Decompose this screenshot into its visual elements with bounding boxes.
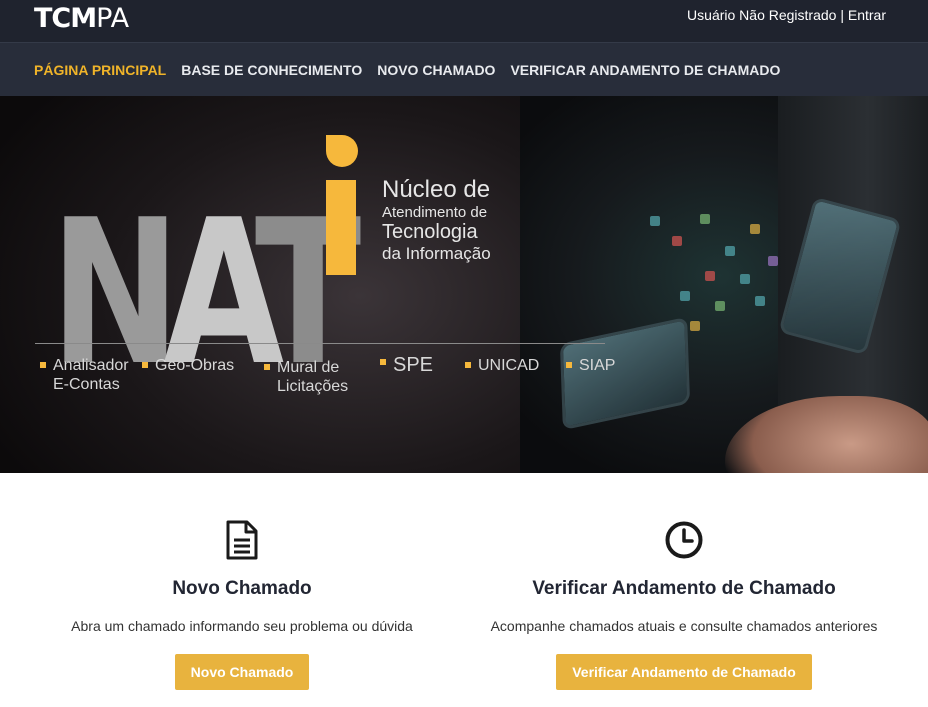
app-icon	[750, 224, 760, 234]
bullet-icon	[264, 364, 270, 370]
novo-chamado-button[interactable]: Novo Chamado	[174, 654, 310, 690]
user-status-text: Usuário Não Registrado	[687, 7, 837, 23]
app-icon	[740, 274, 750, 284]
card-verificar-andamento: Verificar Andamento de Chamado Acompanhe…	[452, 520, 916, 690]
verificar-andamento-button[interactable]: Verificar Andamento de Chamado	[556, 654, 812, 690]
app-icon	[768, 256, 778, 266]
nav-item-novo-chamado[interactable]: NOVO CHAMADO	[377, 62, 495, 78]
nav-item-pagina-principal[interactable]: PÁGINA PRINCIPAL	[34, 62, 166, 78]
nav-item-base-de-conhecimento[interactable]: BASE DE CONHECIMENTO	[181, 62, 362, 78]
document-icon	[226, 520, 258, 560]
app-icon	[672, 236, 682, 246]
system-item-analisador: Analisador E-Contas	[40, 356, 129, 394]
system-item-siap: SIAP	[566, 356, 615, 375]
app-icon	[715, 301, 725, 311]
card-description: Acompanhe chamados atuais e consulte cha…	[490, 618, 878, 634]
bullet-icon	[566, 362, 572, 368]
system-item-unicad: UNICAD	[465, 356, 539, 375]
card-novo-chamado: Novo Chamado Abra um chamado informando …	[10, 520, 474, 690]
nati-caption-line: Núcleo de	[382, 176, 491, 203]
app-icon	[755, 296, 765, 306]
main-navbar: PÁGINA PRINCIPAL BASE DE CONHECIMENTO NO…	[0, 42, 928, 96]
card-description: Abra um chamado informando seu problema …	[71, 618, 413, 634]
tcm-pa-logo[interactable]: TCMPA	[34, 2, 130, 34]
nati-logo-letters: NAT	[50, 177, 361, 410]
logo-light-text: PA	[96, 2, 130, 34]
nati-logo-i-dot	[326, 135, 358, 167]
app-icon	[705, 271, 715, 281]
nav-item-verificar-andamento[interactable]: VERIFICAR ANDAMENTO DE CHAMADO	[510, 62, 780, 78]
card-title: Verificar Andamento de Chamado	[532, 578, 836, 599]
main-nav: PÁGINA PRINCIPAL BASE DE CONHECIMENTO NO…	[34, 43, 780, 97]
bullet-icon	[40, 362, 46, 368]
nati-caption-line: da Informação	[382, 243, 491, 263]
bullet-icon	[380, 359, 386, 365]
nati-caption-line: Tecnologia	[382, 220, 478, 243]
banner-divider	[35, 343, 605, 344]
top-bar: TCMPA Usuário Não Registrado | Entrar	[0, 0, 928, 42]
app-icon	[650, 216, 660, 226]
card-title: Novo Chamado	[172, 578, 312, 599]
bullet-icon	[142, 362, 148, 368]
system-item-mural: Mural de Licitações	[264, 358, 348, 396]
app-icon	[690, 321, 700, 331]
login-link[interactable]: Entrar	[848, 7, 886, 23]
nati-caption-line: Atendimento de	[382, 203, 488, 221]
user-links: Usuário Não Registrado | Entrar	[687, 7, 886, 23]
nati-logo: NAT	[50, 177, 362, 410]
bullet-icon	[465, 362, 471, 368]
app-icon	[680, 291, 690, 301]
user-links-separator: |	[840, 7, 844, 23]
clock-icon	[665, 521, 703, 559]
nati-banner: NAT Núcleo de Atendimento de Tecnologia …	[0, 96, 928, 473]
system-item-geo-obras: Geo-Obras	[142, 356, 234, 375]
nati-logo-i-stem	[326, 180, 356, 275]
app-icon	[725, 246, 735, 256]
logo-bold-text: TCM	[34, 2, 97, 34]
system-item-spe: SPE	[380, 353, 433, 377]
app-icon	[700, 214, 710, 224]
nati-caption: Núcleo de Atendimento de Tecnologia da I…	[382, 176, 491, 263]
